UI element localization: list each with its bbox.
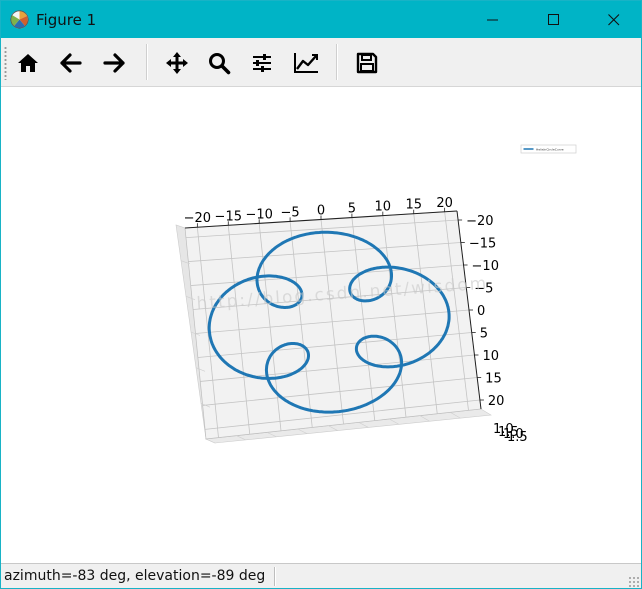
title-bar[interactable]: Figure 1 [1,1,641,38]
toolbar-grip[interactable] [4,46,7,80]
arrow-left-icon [60,53,82,73]
resize-grip[interactable] [628,576,640,588]
line-chart-icon [294,53,318,73]
z-axis-ticks: 1.01.51.01.5 [493,422,528,445]
save-button[interactable] [351,46,383,80]
home-icon [18,54,38,72]
figure-canvas[interactable]: −20 −15 −10 −5 0 5 10 15 20 −20 −15 −10 −5 0 5 10 15 20 … [1,87,641,563]
app-icon [10,10,29,29]
navigation-toolbar [1,38,641,87]
x-tick-label: −5 [281,205,300,220]
x-tick-label: 15 [405,198,422,213]
edit-axes-button[interactable] [289,46,321,80]
back-button[interactable] [55,46,87,80]
toolbar-separator [146,44,148,80]
y-tick-label: 20 [488,394,505,409]
status-bar: azimuth=-83 deg, elevation=-89 deg [1,563,641,588]
legend-label: HelixInCircleCurve [536,147,564,151]
y-tick-label: −15 [469,237,496,252]
z-tick-label: 1.5 [507,430,528,445]
status-message: azimuth=-83 deg, elevation=-89 deg [4,568,266,584]
maximize-button[interactable] [531,1,577,38]
figure-window: Figure 1 −20 −15 −10 −5 0 5 10 15 20 −20… [0,0,642,589]
x-tick-label: −20 [184,211,211,226]
minimize-button[interactable] [470,1,516,38]
close-button[interactable] [591,1,637,38]
x-tick-label: −10 [245,207,272,222]
forward-button[interactable] [98,46,130,80]
move-icon [166,52,188,74]
y-tick-label: 15 [485,372,502,387]
sliders-icon [253,54,271,72]
y-tick-label: 10 [482,349,499,364]
x-tick-label: 20 [436,196,453,211]
zoom-button[interactable] [203,46,235,80]
minimize-icon [487,19,498,21]
toolbar-separator [336,44,338,80]
magnifier-icon [209,53,231,75]
y-tick-label: 5 [480,327,488,342]
maximize-icon [548,14,559,25]
x-tick-label: 0 [317,204,325,219]
x-tick-label: −15 [215,209,242,224]
floppy-disk-icon [356,52,378,74]
plot-3d-axes[interactable]: −20 −15 −10 −5 0 5 10 15 20 −20−15−10−505101520 … [1,87,641,563]
close-icon [608,14,620,26]
arrow-right-icon [103,53,125,73]
home-button[interactable] [12,46,44,80]
window-title: Figure 1 [36,11,97,29]
y-tick-label: −10 [472,259,499,274]
y-tick-label: −20 [466,214,493,229]
configure-subplots-button[interactable] [246,46,278,80]
pan-button[interactable] [161,46,193,80]
y-tick-label: 0 [477,304,485,319]
status-divider [274,567,276,586]
legend: HelixInCircleCurve [520,144,577,154]
x-tick-label: 10 [375,200,392,215]
x-tick-label: 5 [348,202,356,217]
